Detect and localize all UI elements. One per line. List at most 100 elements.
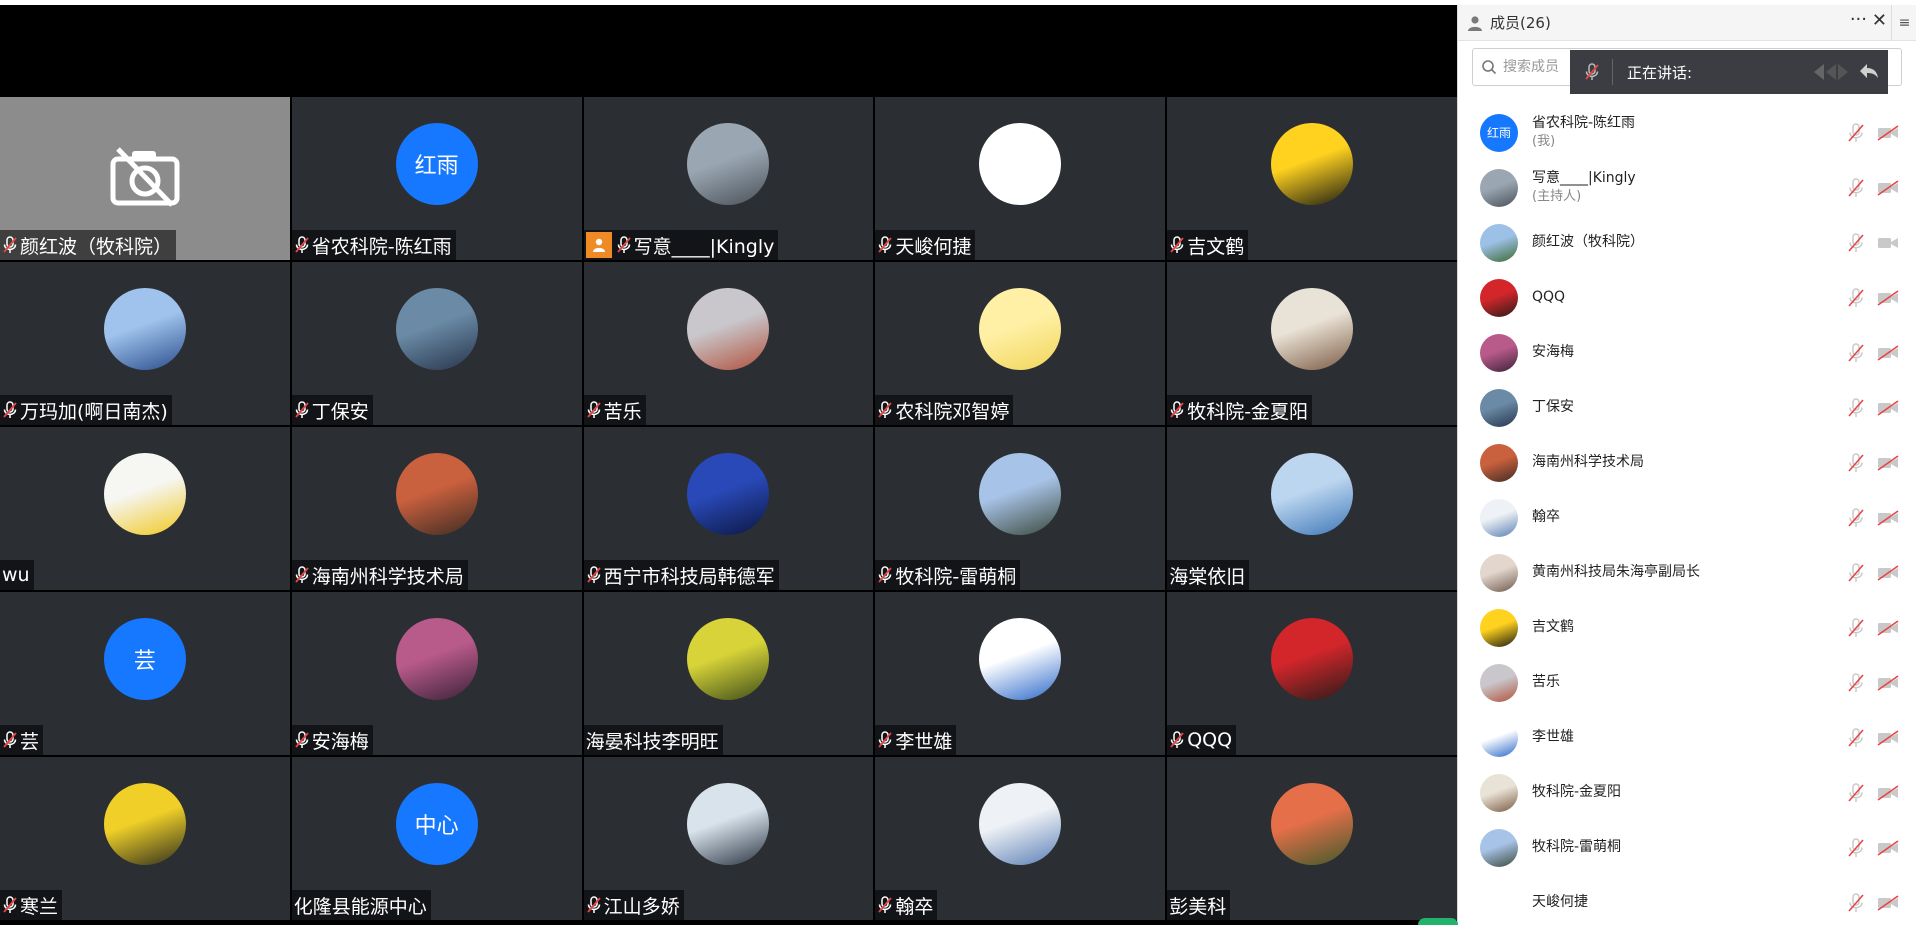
avatar — [687, 123, 770, 205]
video-tile[interactable]: 翰卒 — [875, 757, 1166, 920]
video-top-bar — [0, 5, 1457, 97]
member-avatar — [1480, 883, 1518, 922]
participant-name: 李世雄 — [895, 730, 953, 753]
member-row[interactable]: 吉文鹤 — [1458, 600, 1916, 655]
member-row[interactable]: 安海梅 — [1458, 325, 1916, 380]
mic-muted-icon[interactable] — [1847, 563, 1865, 583]
camera-off-icon[interactable] — [1877, 730, 1899, 746]
member-row[interactable]: 海南州科学技术局 — [1458, 435, 1916, 490]
video-tile[interactable]: 牧科院-雷萌桐 — [875, 427, 1166, 590]
video-tile[interactable]: wu — [0, 427, 290, 590]
member-list: 红雨 省农科院-陈红雨 (我) 写意____|Kingly (主持人) 颜红波（牧科院） Q… — [1458, 105, 1916, 930]
video-tile[interactable]: 海南州科学技术局 — [291, 427, 582, 590]
member-row[interactable]: 李世雄 — [1458, 710, 1916, 765]
member-row[interactable]: 写意____|Kingly (主持人) — [1458, 160, 1916, 215]
camera-off-icon[interactable] — [1877, 125, 1899, 141]
avatar — [687, 618, 770, 700]
mic-muted-icon[interactable] — [1847, 178, 1865, 198]
member-row[interactable]: 丁保安 — [1458, 380, 1916, 435]
video-tile[interactable]: 彭美科 — [1167, 757, 1457, 920]
video-tile[interactable]: 李世雄 — [875, 592, 1166, 755]
mic-muted-icon[interactable] — [1847, 288, 1865, 308]
close-panel-button[interactable]: ✕ — [1872, 10, 1887, 31]
mic-muted-icon[interactable] — [1847, 838, 1865, 858]
video-tile[interactable]: 寒兰 — [0, 757, 290, 920]
participant-name-bar: 牧科院-雷萌桐 — [875, 560, 1021, 590]
avatar — [979, 783, 1062, 865]
mic-muted-icon[interactable] — [1847, 233, 1865, 253]
participant-name-bar: 吉文鹤 — [1167, 230, 1249, 260]
mic-muted-icon[interactable] — [1847, 893, 1865, 913]
member-row[interactable]: 黄南州科技局朱海亭副局长 — [1458, 545, 1916, 600]
video-tile[interactable]: 天峻何捷 — [875, 97, 1166, 260]
mic-muted-icon[interactable] — [1847, 398, 1865, 418]
mic-muted-icon[interactable] — [1847, 123, 1865, 143]
mic-muted-icon[interactable] — [1847, 618, 1865, 638]
participant-name-bar: 西宁市科技局韩德军 — [583, 560, 779, 590]
camera-off-icon[interactable] — [1877, 565, 1899, 581]
member-row[interactable]: 天峻何捷 — [1458, 875, 1916, 930]
video-tile[interactable]: QQQ — [1167, 592, 1457, 755]
camera-off-icon[interactable] — [1877, 290, 1899, 306]
camera-off-icon[interactable] — [1877, 620, 1899, 636]
video-tile[interactable]: 吉文鹤 — [1167, 97, 1457, 260]
member-name: 颜红波（牧科院） — [1532, 234, 1644, 250]
participant-name-bar: 丁保安 — [291, 395, 373, 425]
camera-off-icon[interactable] — [1877, 895, 1899, 911]
member-name: 写意____|Kingly — [1532, 170, 1636, 186]
camera-off-icon[interactable] — [1877, 510, 1899, 526]
muted-mic-icon — [878, 896, 893, 913]
participant-name: 海棠依旧 — [1169, 565, 1246, 588]
camera-off-icon[interactable] — [1877, 840, 1899, 856]
video-tile[interactable]: 芸芸 — [0, 592, 290, 755]
video-tile[interactable]: 江山多娇 — [583, 757, 874, 920]
member-avatar — [1480, 278, 1518, 317]
avatar — [103, 453, 186, 535]
member-row[interactable]: 苦乐 — [1458, 655, 1916, 710]
mic-muted-icon[interactable] — [1847, 728, 1865, 748]
video-tile[interactable]: 安海梅 — [291, 592, 582, 755]
avatar — [1271, 618, 1354, 700]
mic-muted-icon[interactable] — [1847, 783, 1865, 803]
participant-name-bar: 苦乐 — [583, 395, 646, 425]
camera-off-icon[interactable] — [1877, 785, 1899, 801]
panel-menu-button[interactable]: ≡ — [1891, 5, 1916, 41]
video-tile[interactable]: 西宁市科技局韩德军 — [583, 427, 874, 590]
mic-muted-icon[interactable] — [1847, 343, 1865, 363]
return-icon[interactable] — [1858, 60, 1880, 82]
member-row[interactable]: 牧科院-雷萌桐 — [1458, 820, 1916, 875]
scroll-arrows-icon[interactable] — [1810, 62, 1850, 82]
video-tile[interactable]: 万玛加(啊日南杰) — [0, 262, 290, 425]
video-tile[interactable]: 苦乐 — [583, 262, 874, 425]
muted-mic-icon — [295, 566, 309, 583]
member-row[interactable]: 红雨 省农科院-陈红雨 (我) — [1458, 105, 1916, 160]
camera-off-icon[interactable] — [1877, 180, 1899, 196]
participant-name: 彭美科 — [1169, 895, 1227, 918]
camera-off-icon[interactable] — [1877, 345, 1899, 361]
video-tile[interactable]: 海晏科技李明旺 — [583, 592, 874, 755]
member-row[interactable]: QQQ — [1458, 270, 1916, 325]
member-row[interactable]: 翰卒 — [1458, 490, 1916, 545]
video-tile[interactable]: 中心 化隆县能源中心 — [291, 757, 582, 920]
mic-muted-icon[interactable] — [1847, 453, 1865, 473]
member-avatar — [1480, 773, 1518, 812]
video-tile[interactable]: 红雨 省农科院-陈红雨 — [291, 97, 582, 260]
mic-muted-icon[interactable] — [1847, 508, 1865, 528]
participant-name: 海晏科技李明旺 — [585, 730, 719, 753]
video-tile[interactable]: 颜红波（牧科院） — [0, 97, 290, 260]
video-tile[interactable]: 牧科院-金夏阳 — [1167, 262, 1457, 425]
video-tile[interactable]: 农科院邓智婷 — [875, 262, 1166, 425]
more-options-button[interactable]: ··· — [1850, 9, 1867, 30]
member-row[interactable]: 牧科院-金夏阳 — [1458, 765, 1916, 820]
participant-name-bar: 彭美科 — [1167, 890, 1231, 920]
camera-off-icon[interactable] — [1877, 675, 1899, 691]
camera-off-icon[interactable] — [1877, 455, 1899, 471]
member-row[interactable]: 颜红波（牧科院） — [1458, 215, 1916, 270]
avatar — [395, 453, 478, 535]
camera-icon[interactable] — [1877, 235, 1899, 251]
video-tile[interactable]: 海棠依旧 — [1167, 427, 1457, 590]
mic-muted-icon[interactable] — [1847, 673, 1865, 693]
video-tile[interactable]: 写意____|Kingly — [583, 97, 874, 260]
camera-off-icon[interactable] — [1877, 400, 1899, 416]
video-tile[interactable]: 丁保安 — [291, 262, 582, 425]
